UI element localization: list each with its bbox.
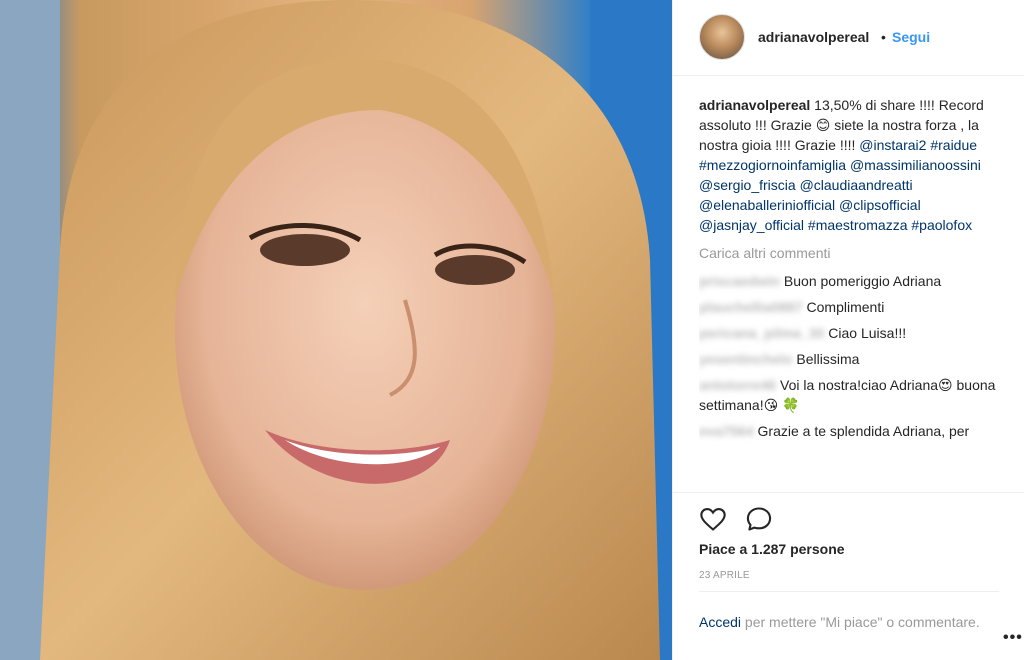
post-actions: Piace a 1.287 persone 23 APRILE Accedi p… (673, 492, 1024, 660)
username-link[interactable]: adrianavolpereal (758, 29, 869, 45)
portrait-image (0, 0, 672, 660)
comment-text: Buon pomeriggio Adriana (783, 273, 942, 289)
likes-count[interactable]: Piace a 1.287 persone (699, 541, 845, 557)
comment-text: Ciao Luisa!!! (828, 325, 907, 341)
more-options-button[interactable]: ••• (1003, 629, 1023, 647)
comment-author[interactable]: yesentinchelo (699, 349, 792, 369)
load-more-comments-button[interactable]: Carica altri commenti (699, 243, 999, 263)
tag-link[interactable]: @jasnjay_official (699, 217, 804, 233)
comment-author[interactable]: eva7564 (699, 421, 754, 441)
tag-link[interactable]: @massimilianoossini (850, 157, 981, 173)
tag-link[interactable]: @clipsofficial (839, 197, 921, 213)
post-header: adrianavolpereal • Segui (673, 0, 1024, 76)
comments-list[interactable]: adrianavolpereal 13,50% di share !!!! Re… (699, 95, 999, 490)
separator-dot: • (881, 29, 886, 45)
caption-author[interactable]: adrianavolpereal (699, 97, 810, 113)
comment-item: pericana_pilma_30 Ciao Luisa!!! (699, 323, 999, 343)
comment-author[interactable]: plauchellia0887 (699, 297, 803, 317)
speech-bubble-icon[interactable] (745, 505, 773, 533)
tag-link[interactable]: @instarai2 (859, 137, 926, 153)
comment-author[interactable]: antotorre46 (699, 375, 776, 395)
comment-author[interactable]: priscaedwin (699, 271, 780, 291)
post-caption: adrianavolpereal 13,50% di share !!!! Re… (699, 95, 999, 235)
post-photo (0, 0, 672, 660)
heart-outline-icon[interactable] (699, 505, 727, 533)
login-prompt: Accedi per mettere "Mi piace" o commenta… (699, 591, 999, 632)
comment-author[interactable]: pericana_pilma_30 (699, 323, 824, 343)
tag-link[interactable]: @elenaballeriniofficial (699, 197, 835, 213)
comment-item: priscaedwin Buon pomeriggio Adriana (699, 271, 999, 291)
avatar[interactable] (699, 14, 745, 60)
comment-text: Bellissima (796, 351, 860, 367)
comment-item: antotorre46 Voi la nostra!ciao Adriana😍 b… (699, 375, 999, 415)
tag-link[interactable]: @sergio_friscia (699, 177, 796, 193)
login-link[interactable]: Accedi (699, 614, 741, 630)
tag-link[interactable]: #paolofox (911, 217, 972, 233)
login-prompt-text: per mettere "Mi piace" o commentare. (744, 614, 980, 630)
post-date: 23 APRILE (699, 570, 750, 581)
tag-link[interactable]: @claudiaandreatti (800, 177, 913, 193)
tag-link[interactable]: #maestromazza (808, 217, 908, 233)
tag-link[interactable]: #mezzogiornoinfamiglia (699, 157, 846, 173)
comment-item: yesentinchelo Bellissima (699, 349, 999, 369)
comment-item: eva7564 Grazie a te splendida Adriana, pe… (699, 421, 999, 441)
post-side-panel: adrianavolpereal • Segui adrianavolperea… (672, 0, 1024, 660)
comment-text: Complimenti (806, 299, 885, 315)
tag-link[interactable]: #raidue (930, 137, 977, 153)
comment-text: Grazie a te splendida Adriana, per (757, 423, 970, 439)
follow-button[interactable]: Segui (892, 29, 930, 45)
comment-item: plauchellia0887 Complimenti (699, 297, 999, 317)
